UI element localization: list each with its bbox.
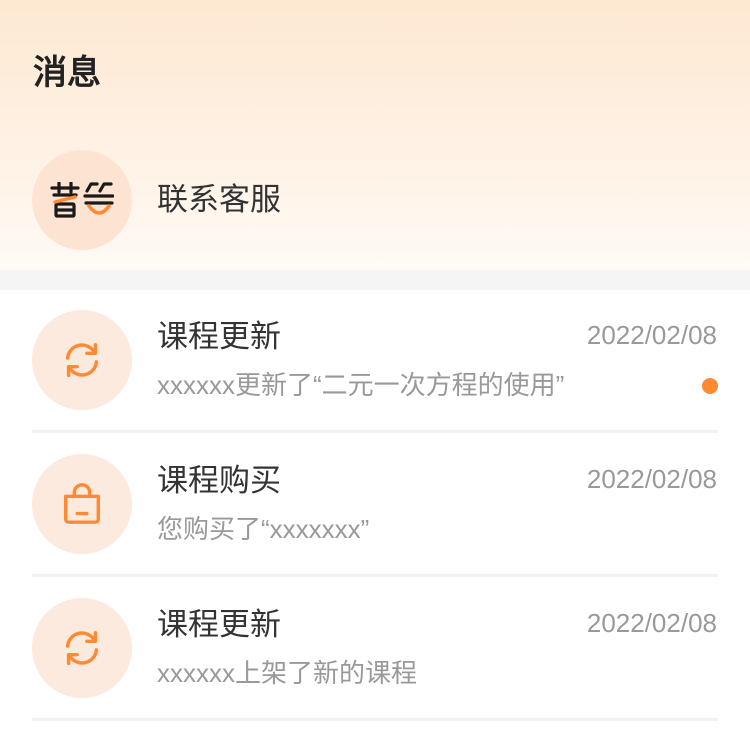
divider: [32, 718, 718, 721]
message-item[interactable]: 课程更新 2022/02/08 xxxxxx上架了新的课程: [0, 578, 750, 722]
unread-dot: [702, 378, 718, 394]
message-title: 课程更新: [157, 319, 281, 354]
message-icon-badge: [32, 310, 132, 410]
service-avatar: [32, 150, 132, 250]
message-item[interactable]: 课程更新 2022/02/08 xxxxxx更新了“二元一次方程的使用”: [0, 290, 750, 434]
message-date: 2022/02/08: [586, 464, 717, 494]
divider: [32, 574, 718, 577]
section-separator: [0, 270, 750, 290]
message-date: 2022/02/08: [586, 608, 717, 638]
page-title: 消息: [33, 54, 101, 92]
message-item[interactable]: 课程购买 2022/02/08 您购买了“xxxxxxx”: [0, 434, 750, 578]
divider: [32, 430, 718, 433]
message-list: 课程更新 2022/02/08 xxxxxx更新了“二元一次方程的使用” 课程购…: [0, 290, 750, 722]
message-date: 2022/02/08: [586, 320, 717, 350]
refresh-icon: [65, 630, 99, 666]
message-title: 课程更新: [157, 607, 281, 642]
message-icon-badge: [32, 454, 132, 554]
refresh-icon: [65, 342, 99, 378]
shopping-bag-icon: [63, 483, 101, 524]
message-icon-badge: [32, 598, 132, 698]
message-summary: xxxxxx更新了“二元一次方程的使用”: [157, 370, 565, 400]
message-summary: 您购买了“xxxxxxx”: [157, 514, 370, 544]
contact-service-item[interactable]: 联系客服: [0, 150, 750, 250]
brand-logo: [50, 182, 114, 218]
header-background: 消息 联系客服: [0, 0, 750, 270]
message-title: 课程购买: [157, 463, 281, 498]
message-summary: xxxxxx上架了新的课程: [157, 658, 418, 688]
service-label: 联系客服: [157, 182, 281, 217]
